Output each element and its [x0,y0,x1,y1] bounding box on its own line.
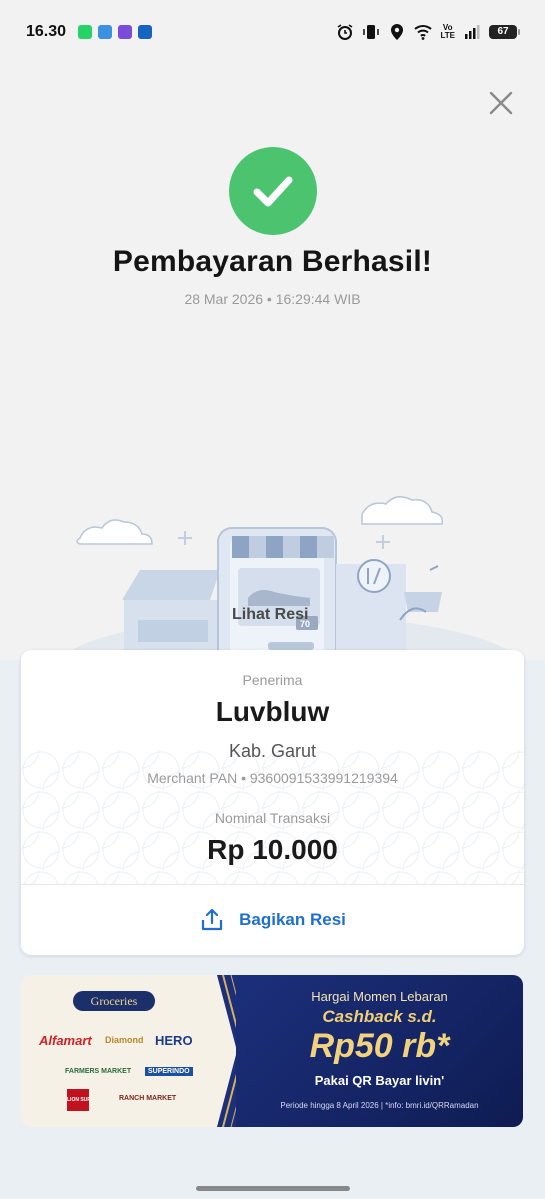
status-time: 16.30 [26,23,67,40]
view-receipt-link[interactable]: Lihat Resi [232,606,308,624]
location-icon [391,24,404,40]
logo-farmers-market: FARMERS MARKET [65,1068,132,1075]
wifi-icon [414,25,433,40]
bca-icon [138,25,153,39]
receiver-city: Kab. Garut [228,741,317,761]
signal-icon [465,25,480,39]
logo-diamond: Diamond [105,1035,144,1045]
promo-banner[interactable]: Groceries Alfamart Diamond HERO FARMERS … [21,975,523,1127]
receiver-name: Luvbluw [215,696,330,727]
logo-lion: LION SUPER INDO [67,1089,89,1111]
share-receipt-button[interactable]: Bagikan Resi [21,885,524,955]
amount-label: Nominal Transaksi [214,810,331,826]
logo-ranch-market: RANCH MARKET [119,1095,177,1102]
banner-promo-panel: Hargai Momen Lebaran Cashback s.d. Rp50 … [236,975,523,1127]
weather-icon [98,25,113,39]
share-receipt-label: Bagikan Resi [239,910,346,929]
logo-alfamart: Alfamart [39,1033,92,1048]
logo-superindo: SUPERINDO [145,1067,193,1076]
vibrate-icon [363,25,380,39]
receipt-card: Penerima Luvbluw Kab. Garut Merchant PAN… [21,650,524,955]
logo-hero: HERO [155,1033,193,1048]
close-icon[interactable] [486,88,516,118]
banner-cashback-amount: Rp50 rb* [309,1027,450,1065]
alarm-icon [338,24,353,40]
transaction-datetime: 28 Mar 2026 • 16:29:44 WIB [184,291,361,307]
home-indicator[interactable] [196,1186,350,1191]
banner-category-tag: Groceries [73,991,155,1011]
volte-label: Vo LTE [440,23,455,40]
success-check-icon [229,147,317,235]
status-bar: 16.30 Vo LTE 67 [0,0,545,64]
transaction-amount: Rp 10.000 [207,834,338,865]
status-bar-right: Vo LTE 67 [336,23,520,41]
banner-headline: Hargai Momen Lebaran [311,989,448,1004]
app-purple-icon [118,25,133,39]
page-title: Pembayaran Berhasil! [112,245,433,278]
share-icon [202,908,223,931]
banner-payment-label: Pakai QR Bayar livin' [314,1073,445,1088]
battery-indicator: 67 [489,25,520,39]
banner-period: Periode hingga 8 April 2026 | *info: bmr… [280,1101,479,1110]
status-bar-left: 16.30 [26,23,153,41]
merchant-pan: Merchant PAN • 9360091533991219394 [147,770,398,786]
receiver-label: Penerima [242,672,303,688]
banner-cashback-label: Cashback s.d. [322,1007,437,1026]
whatsapp-icon [78,25,93,39]
